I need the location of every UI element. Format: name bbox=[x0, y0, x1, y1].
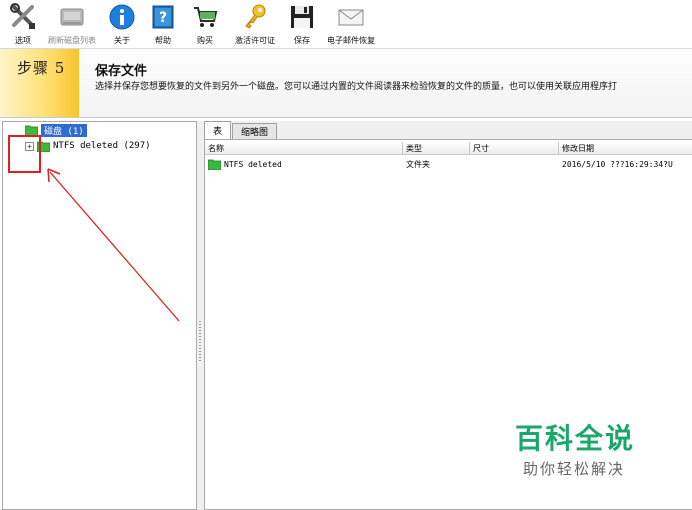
cell-modified: 2016/5/10 ???16:29:34?U bbox=[562, 159, 673, 169]
page-title: 保存文件 bbox=[95, 64, 148, 79]
buy-button[interactable]: 购买 bbox=[184, 0, 226, 48]
shopping-cart-icon bbox=[190, 3, 220, 31]
tree-item-ntfs-deleted[interactable]: + NTFS deleted (297) bbox=[25, 139, 151, 153]
toolbar: 选项 刷新磁盘列表 关于 ? 帮助 购买 激活许可证 保存 电子邮件恢复 bbox=[0, 0, 692, 48]
email-recovery-button[interactable]: 电子邮件恢复 bbox=[320, 0, 382, 48]
pane-splitter[interactable] bbox=[197, 121, 204, 510]
about-button[interactable]: 关于 bbox=[102, 0, 142, 48]
step-description: 选择并保存您想要恢复的文件到另外一个磁盘。您可以通过内置的文件阅读器来检验恢复的… bbox=[95, 82, 618, 92]
about-label: 关于 bbox=[114, 36, 130, 45]
splitter-grip bbox=[199, 321, 201, 361]
refresh-label: 刷新磁盘列表 bbox=[48, 36, 96, 45]
help-button[interactable]: ? 帮助 bbox=[142, 0, 184, 48]
row-name-text: NTFS deleted bbox=[224, 159, 282, 169]
buy-label: 购买 bbox=[197, 36, 213, 45]
envelope-icon bbox=[336, 3, 366, 31]
floppy-disk-icon bbox=[287, 3, 317, 31]
activate-label: 激活许可证 bbox=[235, 36, 275, 45]
tab-table[interactable]: 表 bbox=[204, 121, 232, 139]
watermark-subtitle: 助你轻松解决 bbox=[523, 460, 626, 478]
step-number: 步骤 5 bbox=[17, 59, 66, 77]
view-tabs: 表 缩略图 bbox=[204, 121, 278, 139]
info-icon bbox=[107, 3, 137, 31]
key-icon bbox=[240, 3, 270, 31]
options-label: 选项 bbox=[15, 36, 31, 45]
column-header-type[interactable]: 类型 bbox=[403, 142, 470, 155]
watermark-title: 百科全说 bbox=[515, 422, 636, 455]
folder-icon bbox=[37, 141, 50, 152]
column-header-modified[interactable]: 修改日期 bbox=[559, 142, 692, 155]
step-banner: 步骤 5 保存文件 选择并保存您想要恢复的文件到另外一个磁盘。您可以通过内置的文… bbox=[0, 48, 692, 118]
tree-item-label: 磁盘 (1) bbox=[41, 123, 87, 137]
save-label: 保存 bbox=[294, 36, 310, 45]
folder-tree[interactable]: 磁盘 (1) + NTFS deleted (297) bbox=[2, 121, 197, 510]
tools-icon bbox=[8, 3, 38, 31]
activate-license-button[interactable]: 激活许可证 bbox=[226, 0, 284, 48]
refresh-disk-list-button[interactable]: 刷新磁盘列表 bbox=[42, 0, 102, 48]
tree-item-label: NTFS deleted (297) bbox=[53, 141, 151, 151]
folder-icon bbox=[208, 159, 221, 170]
tab-thumbnail[interactable]: 缩略图 bbox=[232, 123, 278, 139]
email-recovery-label: 电子邮件恢复 bbox=[327, 36, 375, 45]
cell-name: NTFS deleted bbox=[205, 158, 403, 170]
folder-icon bbox=[25, 125, 38, 136]
help-label: 帮助 bbox=[155, 36, 171, 45]
options-button[interactable]: 选项 bbox=[4, 0, 42, 48]
cell-type: 文件夹 bbox=[406, 159, 430, 169]
tree-item-disks[interactable]: 磁盘 (1) bbox=[25, 123, 87, 137]
disk-refresh-icon bbox=[57, 3, 87, 31]
column-header-size[interactable]: 尺寸 bbox=[470, 142, 559, 155]
table-row[interactable]: NTFS deleted 文件夹 2016/5/10 ???16:29:34?U bbox=[205, 157, 692, 171]
help-book-icon: ? bbox=[148, 3, 178, 31]
svg-text:?: ? bbox=[159, 10, 167, 26]
step-box: 步骤 5 bbox=[0, 49, 79, 117]
column-header-row: 名称 类型 尺寸 修改日期 bbox=[205, 142, 692, 155]
save-button[interactable]: 保存 bbox=[284, 0, 320, 48]
expand-icon[interactable]: + bbox=[25, 141, 34, 151]
column-header-name[interactable]: 名称 bbox=[205, 142, 403, 155]
